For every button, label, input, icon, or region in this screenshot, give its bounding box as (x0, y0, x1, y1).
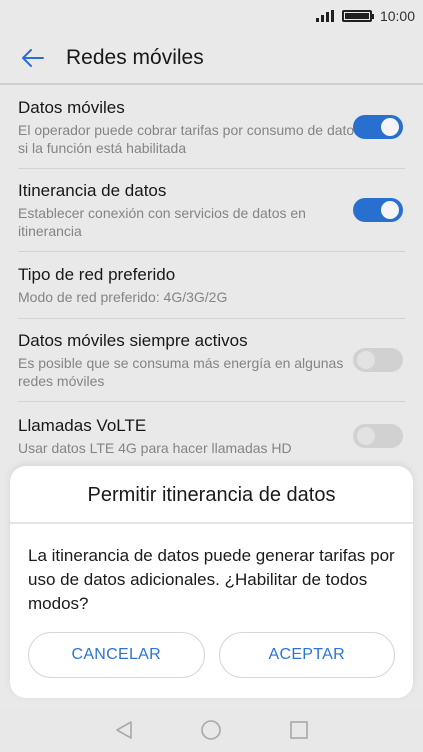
nav-home-button[interactable] (191, 710, 231, 750)
nav-recents-button[interactable] (279, 710, 319, 750)
nav-back-button[interactable] (104, 710, 144, 750)
dialog-title: Permitir itinerancia de datos (87, 484, 336, 506)
roaming-dialog: Permitir itinerancia de datos La itinera… (10, 466, 413, 698)
dialog-message: La itinerancia de datos puede generar ta… (28, 546, 395, 613)
circle-home-icon (201, 720, 222, 740)
accept-button[interactable]: ACEPTAR (218, 632, 395, 678)
dialog-actions: CANCELAR ACEPTAR (28, 632, 395, 678)
square-recents-icon (290, 721, 308, 739)
triangle-back-icon (116, 721, 132, 739)
navigation-bar (0, 708, 423, 752)
cancel-button[interactable]: CANCELAR (28, 632, 205, 678)
